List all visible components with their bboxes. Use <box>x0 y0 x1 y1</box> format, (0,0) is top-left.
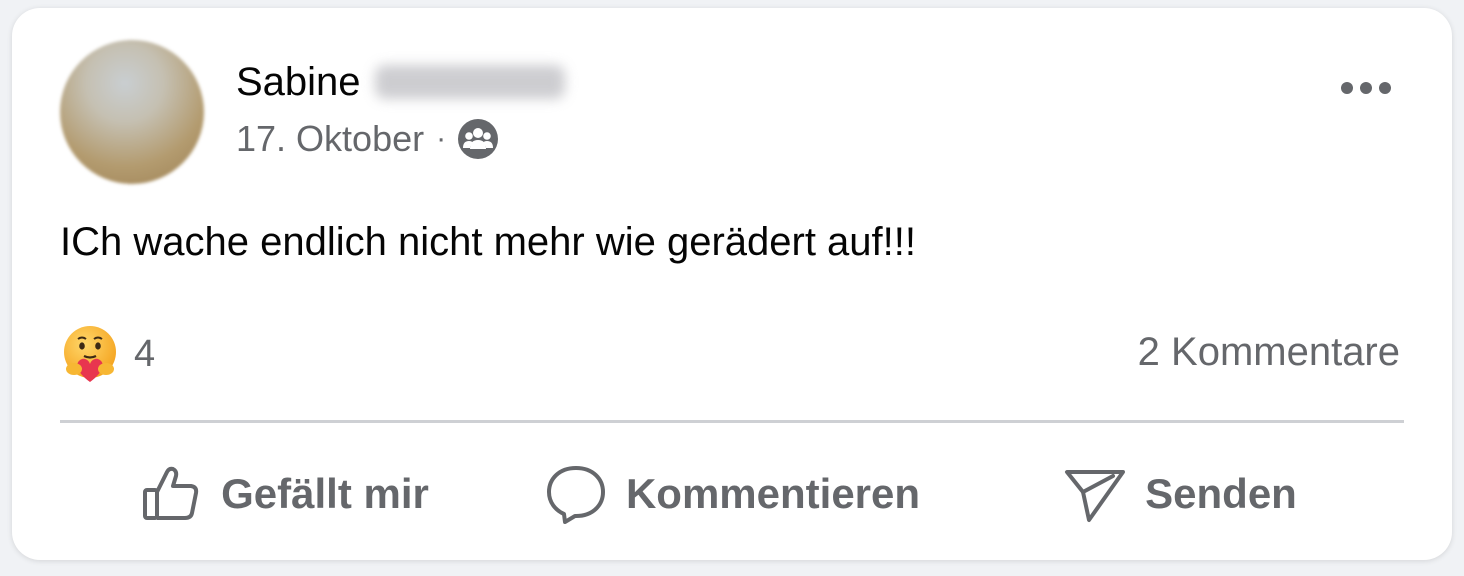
reaction-count: 4 <box>134 332 156 375</box>
send-label: Senden <box>1145 470 1297 517</box>
care-reaction-icon <box>64 326 116 382</box>
like-label: Gefällt mir <box>221 470 429 517</box>
post-text: ICh wache endlich nicht mehr wie geräder… <box>60 220 916 264</box>
more-options-button[interactable] <box>1336 66 1396 110</box>
comment-button[interactable]: Kommentieren <box>508 440 956 548</box>
like-button[interactable]: Gefällt mir <box>60 440 508 548</box>
author-first-name[interactable]: Sabine <box>236 60 361 104</box>
post-meta: 17. Oktober · <box>236 118 499 160</box>
post-date[interactable]: 17. Oktober <box>236 118 424 160</box>
divider <box>60 420 1404 423</box>
author-avatar[interactable] <box>60 40 204 184</box>
reaction-summary[interactable]: 4 <box>60 324 155 384</box>
meta-separator: · <box>436 122 447 155</box>
post-card: Sabine 17. Oktober · ICh wache endlich n… <box>12 8 1452 560</box>
comment-count-link[interactable]: 2 Kommentare <box>1138 330 1400 375</box>
comment-label: Kommentieren <box>625 470 921 517</box>
comment-bubble-icon <box>546 466 605 524</box>
action-bar: Gefällt mir Kommentieren Senden <box>60 440 1404 548</box>
more-icon <box>1341 82 1391 94</box>
send-button[interactable]: Senden <box>956 440 1404 548</box>
send-icon <box>1065 470 1126 522</box>
group-icon[interactable] <box>458 119 499 159</box>
blurred-surname <box>374 65 565 99</box>
thumbs-up-icon <box>143 466 199 520</box>
author-name[interactable]: Sabine <box>236 60 565 105</box>
